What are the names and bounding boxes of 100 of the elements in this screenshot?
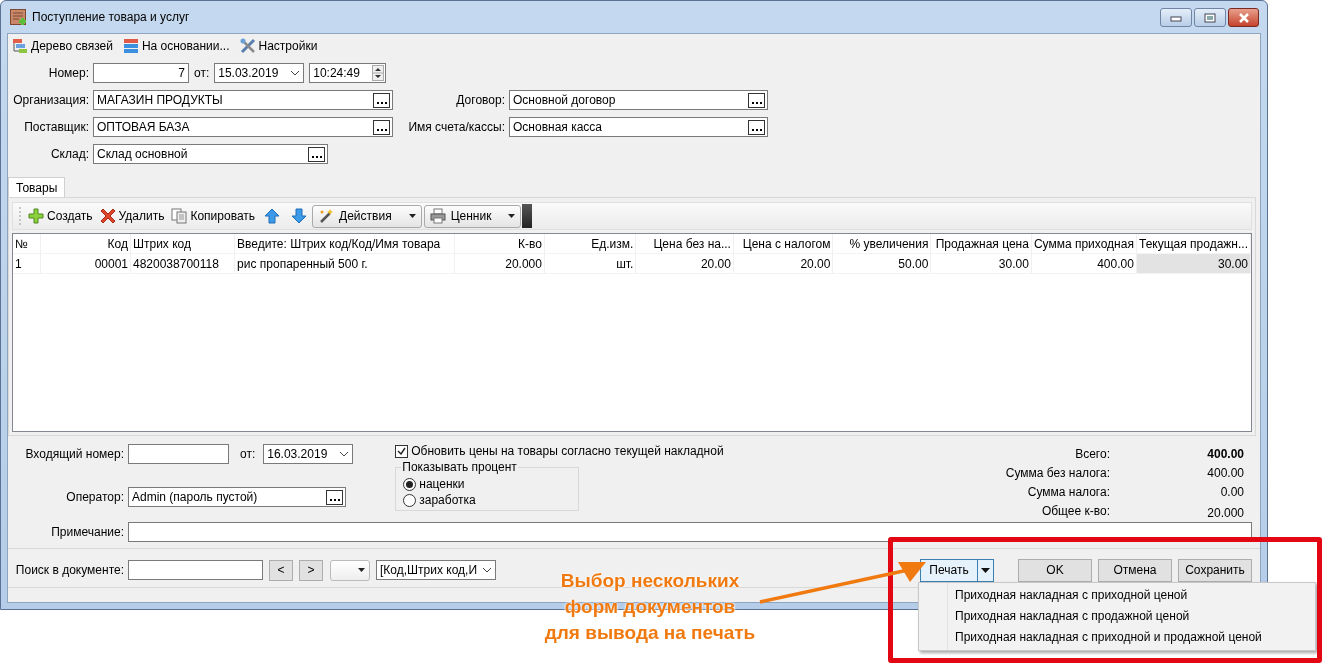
browse-button[interactable] bbox=[308, 146, 325, 162]
caret-icon bbox=[508, 214, 516, 218]
ellipsis-icon bbox=[311, 154, 322, 159]
column-header[interactable]: Текущая продажн... bbox=[1136, 234, 1251, 254]
field-label: Склад: bbox=[49, 147, 89, 161]
ok-button[interactable]: OK bbox=[1018, 558, 1092, 582]
ellipsis-icon bbox=[751, 100, 762, 105]
column-header[interactable]: Цена с налогом bbox=[733, 234, 833, 254]
minimize-icon bbox=[1170, 13, 1182, 22]
table-cell: 00001 bbox=[40, 253, 131, 274]
toolbar-button[interactable]: Настройки bbox=[238, 36, 319, 56]
lookup-field[interactable]: Admin (пароль пустой) bbox=[128, 487, 346, 507]
table-cell: 4820038700118 bbox=[130, 253, 235, 274]
number-field[interactable]: 7 bbox=[93, 63, 189, 83]
note-field[interactable] bbox=[128, 522, 1252, 542]
total-label: Общее к-во: bbox=[1040, 503, 1110, 518]
lookup-field[interactable]: Склад основной bbox=[93, 144, 328, 164]
column-header[interactable]: Цена без на... bbox=[635, 234, 734, 254]
field-label: Примечание: bbox=[50, 525, 124, 539]
next-button[interactable]: > bbox=[299, 559, 323, 581]
browse-button[interactable] bbox=[748, 119, 765, 135]
column-header[interactable]: Сумма приходная bbox=[1031, 234, 1137, 254]
chevron-down-icon[interactable] bbox=[339, 451, 350, 457]
chevron-down-icon[interactable] bbox=[482, 567, 492, 573]
total-value: 400.00 bbox=[1206, 465, 1244, 480]
ellipsis-icon bbox=[751, 127, 762, 132]
close-button[interactable] bbox=[1228, 8, 1259, 27]
close-icon bbox=[1237, 12, 1250, 23]
menu-item[interactable]: Приходная накладная с продажной ценой bbox=[919, 606, 1315, 627]
column-header[interactable]: № bbox=[13, 234, 41, 254]
browse-button[interactable] bbox=[373, 92, 390, 108]
arrow-down-icon bbox=[291, 208, 308, 224]
copy-icon bbox=[171, 208, 188, 224]
browse-button[interactable] bbox=[326, 489, 343, 505]
total-label: Сумма без налога: bbox=[1005, 465, 1110, 480]
print-dropdown-button[interactable] bbox=[978, 558, 994, 582]
time-field[interactable]: 10:24:49 bbox=[309, 63, 387, 83]
cancel-button[interactable]: Отмена bbox=[1098, 558, 1172, 582]
maximize-button[interactable] bbox=[1194, 8, 1226, 27]
minimize-button[interactable] bbox=[1160, 8, 1192, 27]
total-value: 20.000 bbox=[1206, 506, 1244, 520]
checkbox-label: Обновить цены на товары согласно текущей накладной bbox=[411, 444, 724, 458]
date-field[interactable]: 16.03.2019 bbox=[263, 444, 354, 464]
menu-item[interactable]: Приходная накладная с приходной и продажной ценой bbox=[919, 627, 1315, 648]
toolbar-button[interactable]: Дерево связей bbox=[11, 36, 114, 56]
lookup-field[interactable]: ОПТОВАЯ БАЗА bbox=[93, 117, 393, 137]
previous-button[interactable]: < bbox=[269, 559, 293, 581]
text-field[interactable] bbox=[128, 444, 229, 464]
column-header[interactable]: Введите: Штрих код/Код/Имя товара bbox=[234, 234, 455, 254]
search-field[interactable] bbox=[128, 560, 263, 580]
radio-label: наценки bbox=[419, 477, 465, 491]
browse-button[interactable] bbox=[373, 119, 390, 135]
total-value: 400.00 bbox=[1206, 446, 1244, 461]
toolbar-button[interactable]: Создать bbox=[27, 208, 94, 224]
column-header[interactable]: Продажная цена bbox=[930, 234, 1032, 254]
print-button[interactable]: Печать bbox=[920, 558, 978, 582]
table-cell: шт. bbox=[544, 253, 636, 274]
table-cell: 400.00 bbox=[1031, 253, 1137, 274]
browse-button[interactable] bbox=[748, 92, 765, 108]
radio-button[interactable] bbox=[403, 493, 417, 507]
menu-item[interactable]: Приходная накладная с приходной ценой bbox=[919, 585, 1315, 606]
app-icon bbox=[10, 9, 26, 25]
printer-icon bbox=[429, 208, 446, 224]
field-label: Организация: bbox=[12, 93, 89, 107]
filter-combobox[interactable]: [Код,Штрих код,И bbox=[376, 560, 496, 580]
column-header[interactable]: Код bbox=[40, 234, 131, 254]
annotation-text: Выбор нескольких форм документов для вывода на печать bbox=[543, 569, 757, 645]
table-cell: 20.00 bbox=[733, 253, 833, 274]
overflow-button[interactable] bbox=[522, 204, 533, 228]
lookup-field[interactable]: МАГАЗИН ПРОДУКТЫ bbox=[93, 90, 393, 110]
save-button[interactable]: Сохранить bbox=[1178, 558, 1252, 582]
field-label: от: bbox=[194, 66, 210, 80]
dropdown-button[interactable]: Действия bbox=[312, 204, 422, 228]
column-header[interactable]: % увеличения bbox=[832, 234, 931, 254]
total-label: Всего: bbox=[1074, 446, 1110, 461]
lookup-field[interactable]: Основной договор bbox=[509, 90, 768, 110]
table-cell: 1 bbox=[13, 253, 41, 274]
tree-icon bbox=[12, 38, 28, 54]
toolbar-button[interactable]: На основании... bbox=[121, 36, 231, 56]
radio-button[interactable] bbox=[403, 477, 417, 491]
date-field[interactable]: 15.03.2019 bbox=[214, 63, 305, 83]
maximize-icon bbox=[1204, 12, 1216, 23]
field-label: Входящий номер: bbox=[24, 447, 124, 461]
column-header[interactable]: Штрих код bbox=[130, 234, 235, 254]
spinner-icon[interactable] bbox=[372, 65, 385, 81]
dropdown-button[interactable]: Ценник bbox=[423, 204, 522, 228]
lookup-field[interactable]: Основная касса bbox=[509, 117, 768, 137]
checkbox[interactable] bbox=[395, 444, 409, 458]
ellipsis-icon bbox=[329, 497, 340, 502]
radio-label: заработка bbox=[419, 493, 476, 507]
field-label: Поставщик: bbox=[23, 120, 89, 134]
tab[interactable]: Товары bbox=[8, 177, 66, 197]
table-cell: 20.000 bbox=[454, 253, 545, 274]
toolbar-button[interactable]: Удалить bbox=[98, 208, 166, 224]
caret-icon bbox=[408, 214, 416, 218]
chevron-down-icon[interactable] bbox=[290, 70, 301, 76]
column-header[interactable]: К-во bbox=[454, 234, 545, 254]
toolbar-button[interactable]: Копировать bbox=[170, 208, 257, 224]
column-header[interactable]: Ед.изм. bbox=[544, 234, 636, 254]
table-cell: 50.00 bbox=[832, 253, 931, 274]
